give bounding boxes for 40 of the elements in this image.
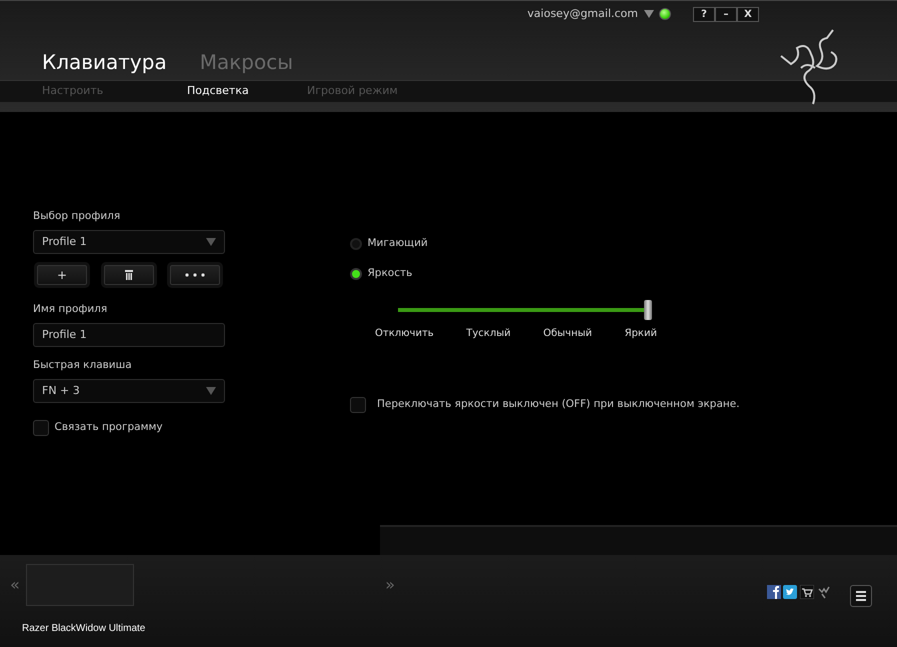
main-tab[interactable]: Клавиатура <box>42 44 167 80</box>
twitter-icon[interactable] <box>783 585 798 599</box>
slider-tick-label: Яркий <box>624 326 657 340</box>
menu-button[interactable] <box>850 585 872 607</box>
field-label: Выбор профиля <box>33 209 122 224</box>
hotkey-dropdown[interactable]: FN + 3 <box>33 379 225 404</box>
dropdown-value: Profile 1 <box>42 234 87 250</box>
radio-button[interactable] <box>350 238 362 250</box>
checkbox-label: Переключать яркости выключен (OFF) при выключенном экране. <box>377 396 740 412</box>
field-label: Быстрая клавиша <box>33 358 133 373</box>
minimize-button[interactable]: – <box>715 6 737 22</box>
sub-tab[interactable]: Подсветка <box>187 82 307 100</box>
profile-name-input[interactable]: Profile 1 <box>33 323 225 347</box>
profile-dropdown[interactable]: Profile 1 <box>33 230 225 254</box>
dropdown-arrow-icon[interactable] <box>644 10 654 18</box>
help-button[interactable]: ? <box>693 6 715 22</box>
radio-button[interactable] <box>350 268 362 280</box>
dropdown-arrow-icon <box>206 387 216 396</box>
checkbox-label: Связать программу <box>54 420 163 435</box>
trash-icon <box>124 270 132 280</box>
add-profile-button[interactable]: + <box>37 265 87 286</box>
slider-tick-label: Обычный <box>543 326 592 340</box>
slider-tick-label: Тусклый <box>466 326 511 340</box>
radio-label: Мигающий <box>368 236 428 252</box>
device-name: Razer BlackWidow Ultimate <box>21 622 146 636</box>
dropdown-arrow-icon <box>206 238 216 246</box>
facebook-icon[interactable] <box>766 585 780 599</box>
checkbox[interactable] <box>33 420 49 436</box>
more-options-button[interactable] <box>170 265 220 286</box>
close-button[interactable]: X <box>737 6 759 22</box>
field-label: Имя профиля <box>33 302 108 317</box>
checkbox[interactable] <box>350 396 366 412</box>
radio-label: Яркость <box>368 266 412 282</box>
dropdown-value: FN + 3 <box>42 383 80 399</box>
menu-icon <box>856 591 866 601</box>
account-email[interactable]: vaiosey@gmail.com <box>527 6 638 22</box>
cart-icon[interactable] <box>800 585 814 599</box>
input-value: Profile 1 <box>42 326 87 343</box>
slider-tick-label: Отключить <box>375 326 434 340</box>
dots-icon <box>184 273 206 278</box>
